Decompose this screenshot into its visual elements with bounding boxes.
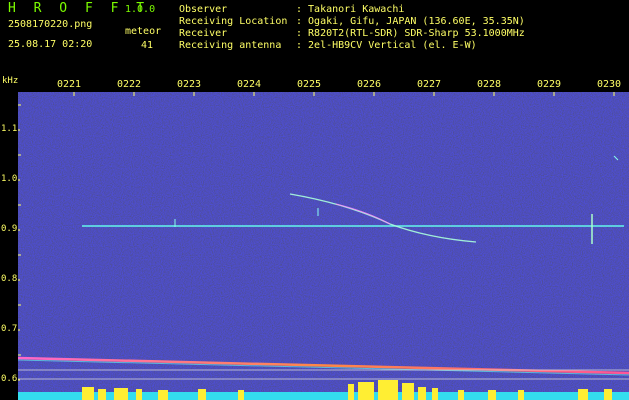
level-strip-base [18,392,629,400]
freq-tick: 1.1 [1,124,18,134]
observer-row: Observer : Takanori Kawachi [179,4,404,15]
meteor-count-label: meteor [125,26,162,37]
time-tick: 0225 [297,79,322,90]
location-row: Receiving Location : Ogaki, Gifu, JAPAN (… [179,16,525,27]
freq-tick: 0.9 [1,224,18,234]
time-tick: 0227 [417,79,442,90]
freq-tick: 0.6 [1,374,18,384]
freq-tick: 0.7 [1,324,18,334]
time-tick: 0229 [537,79,562,90]
antenna-row: Receiving antenna : 2el-HB9CV Vertical (e… [179,40,477,51]
receiver-value: : R820T2(RTL-SDR) SDR-Sharp 53.1000MHz [296,28,525,39]
y-axis-unit: kHz [2,76,19,86]
freq-tick: 1.0 [1,174,18,184]
spectrogram [18,92,629,400]
app-version: 1.0.0 [125,4,156,15]
time-tick: 0221 [57,79,82,90]
observer-value: : Takanori Kawachi [296,4,405,15]
antenna-value: : 2el-HB9CV Vertical (el. E-W) [296,40,477,51]
meteor-count: 41 [141,40,154,51]
image-filename: 2508170220.png [8,19,93,30]
freq-tick: 0.8 [1,274,18,284]
noise-texture [18,92,629,400]
time-tick: 0228 [477,79,502,90]
receiver-row: Receiver : R820T2(RTL-SDR) SDR-Sharp 53.1… [179,28,525,39]
time-tick: 0222 [117,79,142,90]
antenna-label: Receiving antenna [179,40,282,51]
time-tick: 0230 [597,79,622,90]
time-tick: 0224 [237,79,262,90]
time-tick: 0223 [177,79,202,90]
receiver-label: Receiver [179,28,228,39]
time-tick: 0226 [357,79,382,90]
location-label: Receiving Location [179,16,288,27]
capture-datetime: 25.08.17 02:20 [8,39,93,50]
location-value: : Ogaki, Gifu, JAPAN (136.60E, 35.35N) [296,16,525,27]
info-header: H R O F F T 1.0.0 2508170220.png meteor … [0,0,629,76]
spectrogram-canvas [18,92,629,400]
observer-label: Observer [179,4,228,15]
